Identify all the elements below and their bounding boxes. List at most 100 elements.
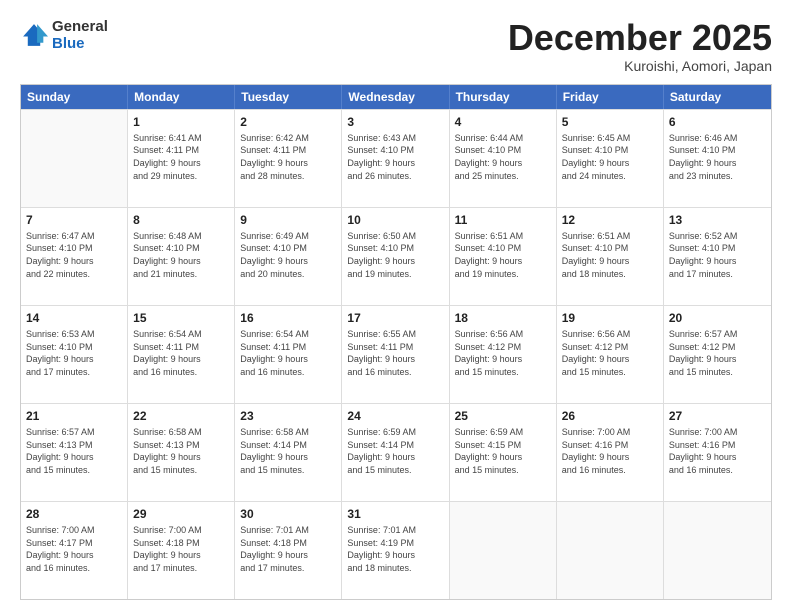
calendar-cell: 20Sunrise: 6:57 AMSunset: 4:12 PMDayligh…: [664, 306, 771, 403]
day-number: 30: [240, 506, 336, 522]
day-number: 29: [133, 506, 229, 522]
calendar-header: SundayMondayTuesdayWednesdayThursdayFrid…: [21, 85, 771, 109]
day-info: Sunrise: 7:01 AMSunset: 4:18 PMDaylight:…: [240, 524, 336, 574]
day-number: 19: [562, 310, 658, 326]
logo-icon: [20, 21, 48, 49]
calendar-cell: 12Sunrise: 6:51 AMSunset: 4:10 PMDayligh…: [557, 208, 664, 305]
calendar-cell: 27Sunrise: 7:00 AMSunset: 4:16 PMDayligh…: [664, 404, 771, 501]
location-subtitle: Kuroishi, Aomori, Japan: [508, 58, 772, 74]
day-number: 8: [133, 212, 229, 228]
day-info: Sunrise: 6:58 AMSunset: 4:14 PMDaylight:…: [240, 426, 336, 476]
calendar-cell: 4 Sunrise: 6:44 AMSunset: 4:10 PMDaylight…: [450, 110, 557, 207]
day-info: Sunrise: 6:54 AMSunset: 4:11 PMDaylight:…: [133, 328, 229, 378]
day-number: 10: [347, 212, 443, 228]
header: General Blue December 2025 Kuroishi, Aom…: [20, 18, 772, 74]
day-number: 9: [240, 212, 336, 228]
calendar-cell: 11 Sunrise: 6:51 AMSunset: 4:10 PMDayligh…: [450, 208, 557, 305]
calendar-week-5: 28 Sunrise: 7:00 AMSunset: 4:17 PMDayligh…: [21, 501, 771, 599]
day-number: 4: [455, 114, 551, 130]
logo-blue: Blue: [52, 35, 85, 52]
day-number: 25: [455, 408, 551, 424]
calendar-cell: 26 Sunrise: 7:00 AMSunset: 4:16 PMDayligh…: [557, 404, 664, 501]
day-number: 21: [26, 408, 122, 424]
calendar-cell: 15 Sunrise: 6:54 AMSunset: 4:11 PMDayligh…: [128, 306, 235, 403]
day-number: 22: [133, 408, 229, 424]
calendar-cell: 1Sunrise: 6:41 AMSunset: 4:11 PMDaylight…: [128, 110, 235, 207]
calendar-cell: 3 Sunrise: 6:43 AMSunset: 4:10 PMDaylight…: [342, 110, 449, 207]
day-info: Sunrise: 7:00 AMSunset: 4:16 PMDaylight:…: [562, 426, 658, 476]
calendar-cell: [664, 502, 771, 599]
day-number: 28: [26, 506, 122, 522]
day-number: 13: [669, 212, 766, 228]
day-number: 11: [455, 212, 551, 228]
calendar-cell: 13 Sunrise: 6:52 AMSunset: 4:10 PMDayligh…: [664, 208, 771, 305]
day-number: 26: [562, 408, 658, 424]
calendar-cell: 2 Sunrise: 6:42 AMSunset: 4:11 PMDaylight…: [235, 110, 342, 207]
weekday-header-saturday: Saturday: [664, 85, 771, 109]
calendar-cell: 7 Sunrise: 6:47 AMSunset: 4:10 PMDaylight…: [21, 208, 128, 305]
day-info: Sunrise: 7:00 AMSunset: 4:16 PMDaylight:…: [669, 426, 766, 476]
day-info: Sunrise: 6:54 AMSunset: 4:11 PMDaylight:…: [240, 328, 336, 378]
calendar-body: 1Sunrise: 6:41 AMSunset: 4:11 PMDaylight…: [21, 109, 771, 599]
weekday-header-monday: Monday: [128, 85, 235, 109]
day-number: 18: [455, 310, 551, 326]
calendar-cell: 21 Sunrise: 6:57 AMSunset: 4:13 PMDayligh…: [21, 404, 128, 501]
day-info: Sunrise: 6:59 AMSunset: 4:15 PMDaylight:…: [455, 426, 551, 476]
weekday-header-sunday: Sunday: [21, 85, 128, 109]
day-number: 2: [240, 114, 336, 130]
day-info: Sunrise: 6:42 AMSunset: 4:11 PMDaylight:…: [240, 132, 336, 182]
day-info: Sunrise: 6:52 AMSunset: 4:10 PMDaylight:…: [669, 230, 766, 280]
logo-general: General: [52, 18, 108, 35]
day-info: Sunrise: 6:47 AMSunset: 4:10 PMDaylight:…: [26, 230, 122, 280]
logo: General Blue: [20, 18, 108, 53]
logo-text: General Blue: [52, 18, 108, 53]
day-number: 15: [133, 310, 229, 326]
day-number: 20: [669, 310, 766, 326]
calendar-cell: 29Sunrise: 7:00 AMSunset: 4:18 PMDayligh…: [128, 502, 235, 599]
day-number: 24: [347, 408, 443, 424]
day-number: 5: [562, 114, 658, 130]
day-info: Sunrise: 6:51 AMSunset: 4:10 PMDaylight:…: [455, 230, 551, 280]
calendar-cell: 22 Sunrise: 6:58 AMSunset: 4:13 PMDayligh…: [128, 404, 235, 501]
day-info: Sunrise: 6:49 AMSunset: 4:10 PMDaylight:…: [240, 230, 336, 280]
calendar-cell: 14 Sunrise: 6:53 AMSunset: 4:10 PMDayligh…: [21, 306, 128, 403]
day-info: Sunrise: 6:50 AMSunset: 4:10 PMDaylight:…: [347, 230, 443, 280]
day-info: Sunrise: 6:44 AMSunset: 4:10 PMDaylight:…: [455, 132, 551, 182]
calendar-cell: 19 Sunrise: 6:56 AMSunset: 4:12 PMDayligh…: [557, 306, 664, 403]
day-info: Sunrise: 6:48 AMSunset: 4:10 PMDaylight:…: [133, 230, 229, 280]
calendar-week-1: 1Sunrise: 6:41 AMSunset: 4:11 PMDaylight…: [21, 109, 771, 207]
day-number: 7: [26, 212, 122, 228]
day-info: Sunrise: 7:00 AMSunset: 4:17 PMDaylight:…: [26, 524, 122, 574]
calendar-cell: 10 Sunrise: 6:50 AMSunset: 4:10 PMDayligh…: [342, 208, 449, 305]
calendar-cell: 16Sunrise: 6:54 AMSunset: 4:11 PMDayligh…: [235, 306, 342, 403]
calendar-cell: [557, 502, 664, 599]
calendar-cell: 5Sunrise: 6:45 AMSunset: 4:10 PMDaylight…: [557, 110, 664, 207]
calendar-cell: 25 Sunrise: 6:59 AMSunset: 4:15 PMDayligh…: [450, 404, 557, 501]
day-info: Sunrise: 6:56 AMSunset: 4:12 PMDaylight:…: [455, 328, 551, 378]
day-info: Sunrise: 6:57 AMSunset: 4:13 PMDaylight:…: [26, 426, 122, 476]
day-info: Sunrise: 6:51 AMSunset: 4:10 PMDaylight:…: [562, 230, 658, 280]
calendar-cell: 23 Sunrise: 6:58 AMSunset: 4:14 PMDayligh…: [235, 404, 342, 501]
day-number: 3: [347, 114, 443, 130]
calendar-cell: 24Sunrise: 6:59 AMSunset: 4:14 PMDayligh…: [342, 404, 449, 501]
day-number: 23: [240, 408, 336, 424]
day-info: Sunrise: 6:53 AMSunset: 4:10 PMDaylight:…: [26, 328, 122, 378]
day-number: 6: [669, 114, 766, 130]
calendar-cell: 28 Sunrise: 7:00 AMSunset: 4:17 PMDayligh…: [21, 502, 128, 599]
weekday-header-tuesday: Tuesday: [235, 85, 342, 109]
day-info: Sunrise: 6:58 AMSunset: 4:13 PMDaylight:…: [133, 426, 229, 476]
weekday-header-wednesday: Wednesday: [342, 85, 449, 109]
day-info: Sunrise: 7:01 AMSunset: 4:19 PMDaylight:…: [347, 524, 443, 574]
weekday-header-friday: Friday: [557, 85, 664, 109]
calendar-week-2: 7 Sunrise: 6:47 AMSunset: 4:10 PMDaylight…: [21, 207, 771, 305]
day-info: Sunrise: 6:43 AMSunset: 4:10 PMDaylight:…: [347, 132, 443, 182]
weekday-header-thursday: Thursday: [450, 85, 557, 109]
day-number: 14: [26, 310, 122, 326]
day-number: 17: [347, 310, 443, 326]
day-info: Sunrise: 6:56 AMSunset: 4:12 PMDaylight:…: [562, 328, 658, 378]
calendar-cell: 8 Sunrise: 6:48 AMSunset: 4:10 PMDaylight…: [128, 208, 235, 305]
calendar-cell: 9 Sunrise: 6:49 AMSunset: 4:10 PMDaylight…: [235, 208, 342, 305]
title-block: December 2025 Kuroishi, Aomori, Japan: [508, 18, 772, 74]
calendar-cell: 30 Sunrise: 7:01 AMSunset: 4:18 PMDayligh…: [235, 502, 342, 599]
calendar-cell: 17Sunrise: 6:55 AMSunset: 4:11 PMDayligh…: [342, 306, 449, 403]
